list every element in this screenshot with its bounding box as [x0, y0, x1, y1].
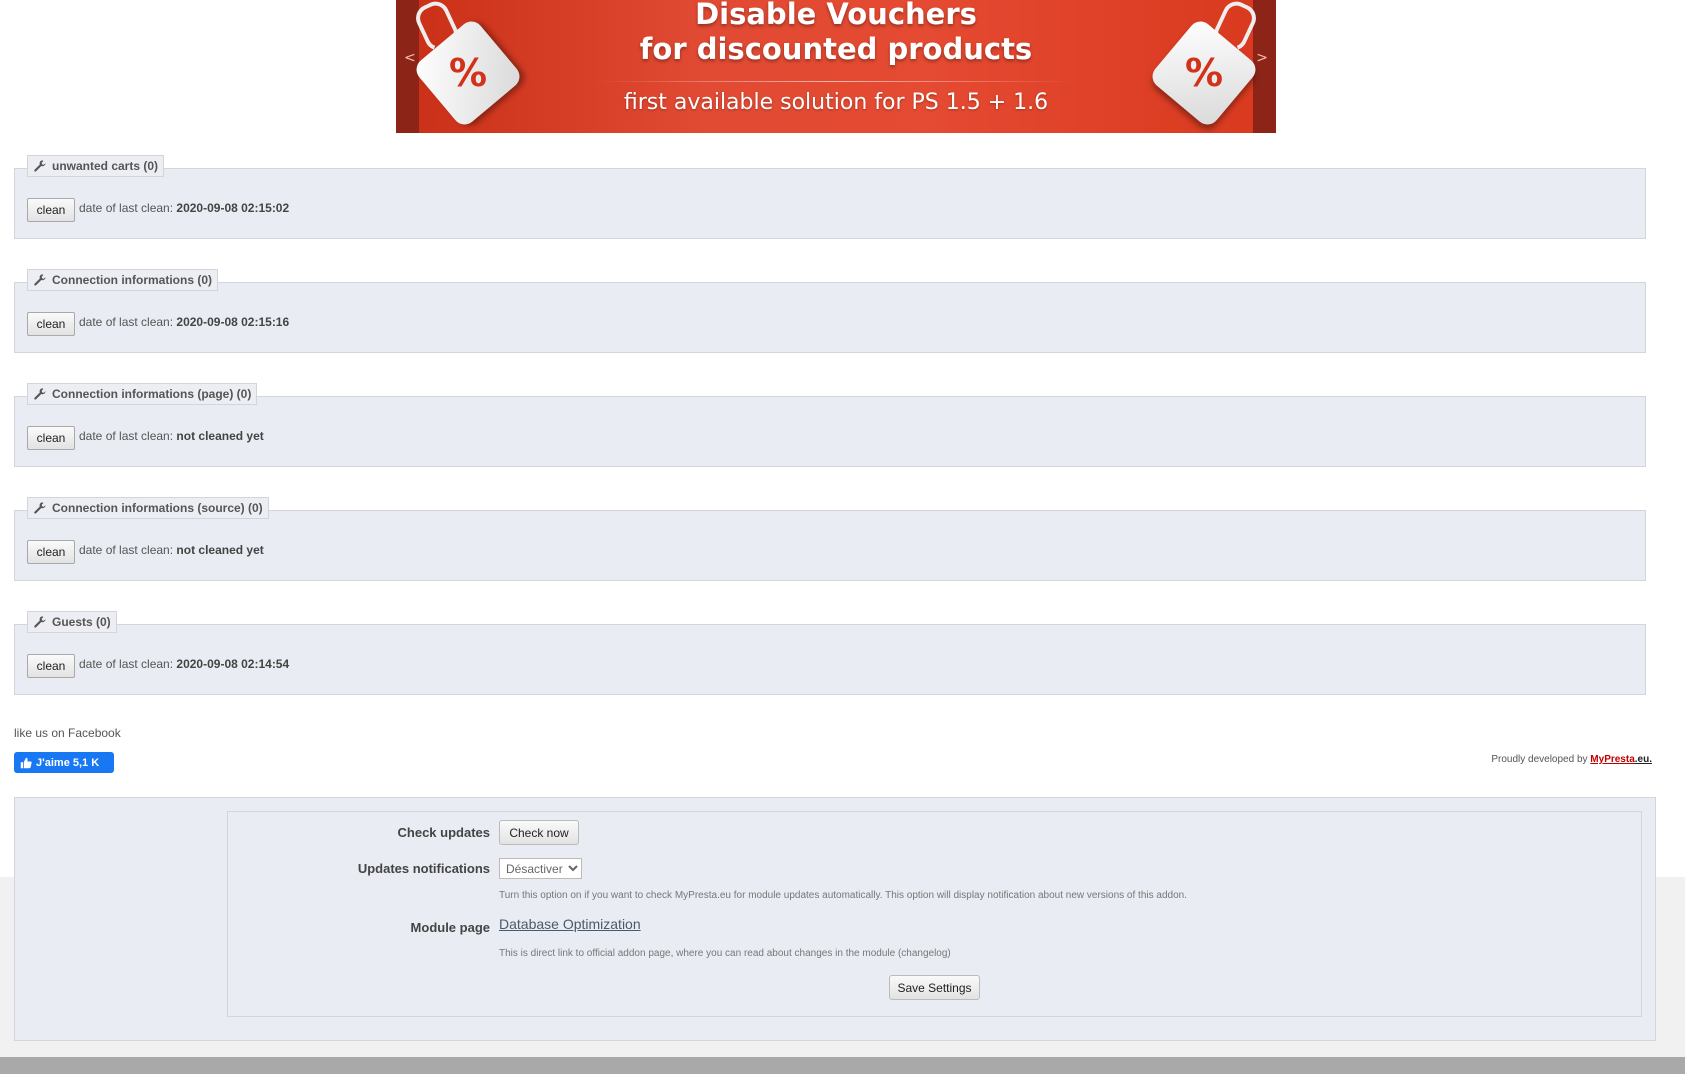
last-clean-value: not cleaned yet	[176, 543, 264, 557]
wrench-icon	[34, 160, 46, 172]
facebook-like-text: like us on Facebook	[14, 726, 121, 740]
banner-title-line2: for discounted products	[639, 32, 1033, 66]
wrench-icon	[34, 274, 46, 286]
section-legend: Connection informations (page) (0)	[27, 383, 258, 405]
section-legend: Guests (0)	[27, 611, 117, 633]
check-now-button[interactable]: Check now	[499, 820, 579, 845]
updates-notifications-select[interactable]: Désactiver	[499, 858, 582, 879]
last-clean-value: 2020-09-08 02:15:16	[176, 315, 290, 329]
section-title: Connection informations (source) (0)	[52, 501, 263, 515]
last-clean-value: 2020-09-08 02:15:02	[176, 201, 290, 215]
clean-section-unwanted-carts: unwanted carts (0) clean date of last cl…	[14, 155, 1646, 239]
clean-button[interactable]: clean	[27, 198, 75, 222]
clean-button[interactable]: clean	[27, 654, 75, 678]
module-page-hint: This is direct link to official addon pa…	[499, 948, 951, 959]
last-clean-info: date of last clean: 2020-09-08 02:15:16	[79, 315, 289, 329]
clean-section-connections: Connection informations (0) clean date o…	[14, 269, 1646, 353]
updates-notifications-label: Updates notifications	[357, 861, 490, 876]
last-clean-value: 2020-09-08 02:14:54	[176, 657, 290, 671]
credits-suffix: .eu.	[1634, 754, 1652, 765]
module-page-link[interactable]: Database Optimization	[499, 916, 641, 932]
module-page-label: Module page	[410, 920, 490, 935]
wrench-icon	[34, 388, 46, 400]
updates-notifications-hint: Turn this option on if you want to check…	[499, 890, 1187, 901]
section-title: Connection informations (page) (0)	[52, 387, 252, 401]
wrench-icon	[34, 616, 46, 628]
wrench-icon	[34, 502, 46, 514]
facebook-like-label: J'aime 5,1 K	[36, 756, 100, 769]
banner-subtitle: first available solution for PS 1.5 + 1.…	[623, 90, 1049, 115]
last-clean-label: date of last clean:	[79, 657, 174, 671]
clean-section-connections-page: Connection informations (page) (0) clean…	[14, 383, 1646, 467]
last-clean-label: date of last clean:	[79, 315, 174, 329]
section-title: Guests (0)	[52, 615, 111, 629]
last-clean-label: date of last clean:	[79, 201, 174, 215]
clean-button[interactable]: clean	[27, 312, 75, 336]
check-updates-label: Check updates	[397, 825, 490, 840]
clean-button[interactable]: clean	[27, 426, 75, 450]
save-settings-button[interactable]: Save Settings	[889, 975, 980, 1000]
credits-brand: MyPresta	[1590, 754, 1635, 765]
section-legend: Connection informations (0)	[27, 269, 218, 291]
last-clean-label: date of last clean:	[79, 543, 174, 557]
promo-banner[interactable]: < > % % Disable Vouchers for discounted …	[396, 0, 1276, 133]
last-clean-value: not cleaned yet	[176, 429, 264, 443]
clean-section-connections-source: Connection informations (source) (0) cle…	[14, 497, 1646, 581]
thumbs-up-icon	[20, 757, 32, 768]
banner-divider	[596, 81, 1076, 82]
facebook-like-button[interactable]: J'aime 5,1 K	[14, 752, 114, 773]
clean-button[interactable]: clean	[27, 540, 75, 564]
last-clean-info: date of last clean: not cleaned yet	[79, 543, 264, 557]
last-clean-info: date of last clean: 2020-09-08 02:15:02	[79, 201, 289, 215]
section-legend: Connection informations (source) (0)	[27, 497, 269, 519]
banner-title-line1: Disable Vouchers	[695, 0, 977, 31]
developer-credits: Proudly developed by MyPresta.eu.	[1491, 754, 1652, 765]
section-title: Connection informations (0)	[52, 273, 212, 287]
last-clean-info: date of last clean: not cleaned yet	[79, 429, 264, 443]
section-legend: unwanted carts (0)	[27, 155, 165, 177]
credits-prefix: Proudly developed by	[1491, 754, 1588, 765]
mypresta-link[interactable]: MyPresta.eu.	[1590, 754, 1652, 765]
footer-bar	[0, 1057, 1685, 1074]
last-clean-label: date of last clean:	[79, 429, 174, 443]
last-clean-info: date of last clean: 2020-09-08 02:14:54	[79, 657, 289, 671]
clean-section-guests: Guests (0) clean date of last clean: 202…	[14, 611, 1646, 695]
section-title: unwanted carts (0)	[52, 159, 159, 173]
